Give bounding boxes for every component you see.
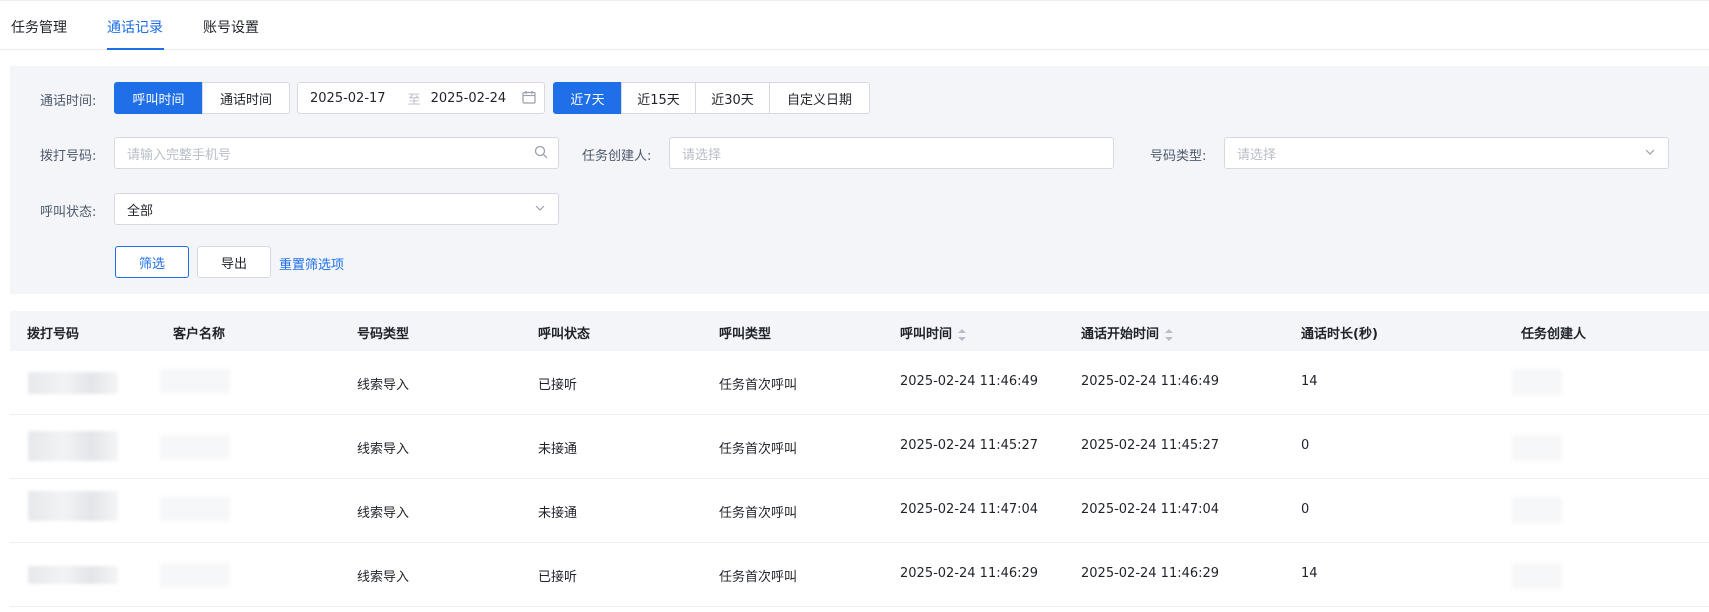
calendar-icon: [522, 90, 536, 108]
creator-placeholder: 请选择: [682, 147, 722, 163]
cell-start-time: 2025-02-24 11:45:27: [1081, 438, 1220, 453]
cell-call-time: 2025-02-24 11:46:49: [900, 374, 1039, 389]
number-type-select[interactable]: 请选择: [1224, 137, 1669, 169]
redacted-customer-name: [160, 497, 230, 521]
cell-number-type: 线索导入: [357, 570, 410, 585]
number-type-placeholder: 请选择: [1237, 147, 1277, 163]
date-end: 2025-02-24: [430, 90, 507, 106]
column-call-status: 呼叫状态: [538, 327, 591, 342]
column-dial-number: 拨打号码: [27, 327, 80, 342]
table-row[interactable]: 线索导入 已接听 任务首次呼叫 2025-02-24 11:46:49 2025…: [10, 351, 1709, 415]
column-duration: 通话时长(秒): [1301, 327, 1378, 342]
redacted-dial-number: [28, 491, 118, 521]
cell-call-type: 任务首次呼叫: [719, 378, 798, 393]
column-start-time-label: 通话开始时间: [1081, 327, 1160, 342]
filter-panel: 通话时间: 呼叫时间 通话时间 2025-02-17 至 2025-02-24 …: [10, 66, 1709, 294]
table-row[interactable]: 线索导入 未接通 任务首次呼叫 2025-02-24 11:45:27 2025…: [10, 415, 1709, 479]
cell-call-status: 未接通: [538, 506, 578, 521]
column-number-type: 号码类型: [357, 327, 410, 342]
call-status-label: 呼叫状态:: [40, 205, 97, 220]
column-call-time-label: 呼叫时间: [900, 327, 953, 342]
cell-duration: 0: [1301, 502, 1310, 517]
cell-call-type: 任务首次呼叫: [719, 570, 798, 585]
redacted-customer-name: [160, 369, 230, 393]
dial-number-label: 拨打号码:: [40, 149, 97, 164]
redacted-customer-name: [160, 563, 230, 587]
date-range-picker[interactable]: 2025-02-17 至 2025-02-24: [297, 82, 545, 114]
cell-start-time: 2025-02-24 11:47:04: [1081, 502, 1220, 517]
reset-filters-link[interactable]: 重置筛选项: [279, 254, 344, 273]
range-7-days-button[interactable]: 近7天: [553, 82, 622, 114]
range-custom-date-button[interactable]: 自定义日期: [769, 82, 870, 114]
sort-icon[interactable]: [958, 328, 967, 341]
redacted-task-creator: [1512, 435, 1562, 461]
cell-call-type: 任务首次呼叫: [719, 442, 798, 457]
date-separator: 至: [407, 92, 421, 108]
cell-duration: 14: [1301, 374, 1318, 389]
table-row[interactable]: 线索导入 未接通 任务首次呼叫 2025-02-24 11:47:04 2025…: [10, 479, 1709, 543]
cell-number-type: 线索导入: [357, 442, 410, 457]
column-call-time[interactable]: 呼叫时间: [900, 323, 967, 342]
search-icon[interactable]: [534, 145, 548, 163]
redacted-dial-number: [28, 431, 118, 461]
dial-number-placeholder: 请输入完整手机号: [127, 147, 232, 163]
active-tab-indicator: [107, 48, 164, 50]
cell-number-type: 线索导入: [357, 378, 410, 393]
cell-call-time: 2025-02-24 11:45:27: [900, 438, 1039, 453]
cell-call-time: 2025-02-24 11:47:04: [900, 502, 1039, 517]
tab-account-settings[interactable]: 账号设置: [203, 17, 259, 37]
top-tabs: 任务管理 通话记录 账号设置: [0, 0, 1709, 50]
call-status-value: 全部: [127, 203, 154, 219]
column-call-type: 呼叫类型: [719, 327, 772, 342]
tab-call-records[interactable]: 通话记录: [107, 17, 163, 37]
column-start-time[interactable]: 通话开始时间: [1081, 323, 1174, 342]
redacted-task-creator: [1512, 369, 1562, 395]
range-30-days-button[interactable]: 近30天: [695, 82, 770, 114]
redacted-dial-number: [28, 372, 118, 394]
column-customer-name: 客户名称: [173, 327, 226, 342]
call-time-label: 通话时间:: [40, 94, 97, 109]
sort-icon[interactable]: [1165, 328, 1174, 341]
redacted-customer-name: [160, 435, 230, 459]
cell-number-type: 线索导入: [357, 506, 410, 521]
export-button[interactable]: 导出: [197, 246, 271, 278]
cell-start-time: 2025-02-24 11:46:29: [1081, 566, 1220, 581]
cell-call-status: 已接听: [538, 570, 578, 585]
creator-select[interactable]: 请选择: [669, 137, 1114, 169]
cell-start-time: 2025-02-24 11:46:49: [1081, 374, 1220, 389]
filter-button[interactable]: 筛选: [115, 246, 189, 278]
cell-call-status: 已接听: [538, 378, 578, 393]
cell-call-status: 未接通: [538, 442, 578, 457]
chevron-down-icon: [534, 202, 546, 218]
range-15-days-button[interactable]: 近15天: [621, 82, 696, 114]
column-task-creator: 任务创建人: [1521, 327, 1587, 342]
cell-duration: 0: [1301, 438, 1310, 453]
date-start: 2025-02-17: [310, 90, 386, 106]
redacted-task-creator: [1512, 563, 1562, 589]
redacted-dial-number: [28, 566, 118, 584]
time-type-call-time-button[interactable]: 呼叫时间: [114, 82, 203, 114]
tab-task-management[interactable]: 任务管理: [11, 17, 67, 37]
redacted-task-creator: [1512, 497, 1562, 523]
time-type-talk-time-button[interactable]: 通话时间: [202, 82, 290, 114]
cell-call-type: 任务首次呼叫: [719, 506, 798, 521]
table-header: 拨打号码 客户名称 号码类型 呼叫状态 呼叫类型 呼叫时间 通话开始时间 通话时…: [10, 311, 1709, 351]
creator-label: 任务创建人:: [582, 149, 652, 164]
chevron-down-icon: [1644, 146, 1656, 162]
dial-number-input[interactable]: 请输入完整手机号: [114, 137, 559, 169]
number-type-label: 号码类型:: [1150, 149, 1207, 164]
table-row[interactable]: 线索导入 已接听 任务首次呼叫 2025-02-24 11:46:29 2025…: [10, 543, 1709, 607]
cell-duration: 14: [1301, 566, 1318, 581]
call-status-select[interactable]: 全部: [114, 193, 559, 225]
cell-call-time: 2025-02-24 11:46:29: [900, 566, 1039, 581]
